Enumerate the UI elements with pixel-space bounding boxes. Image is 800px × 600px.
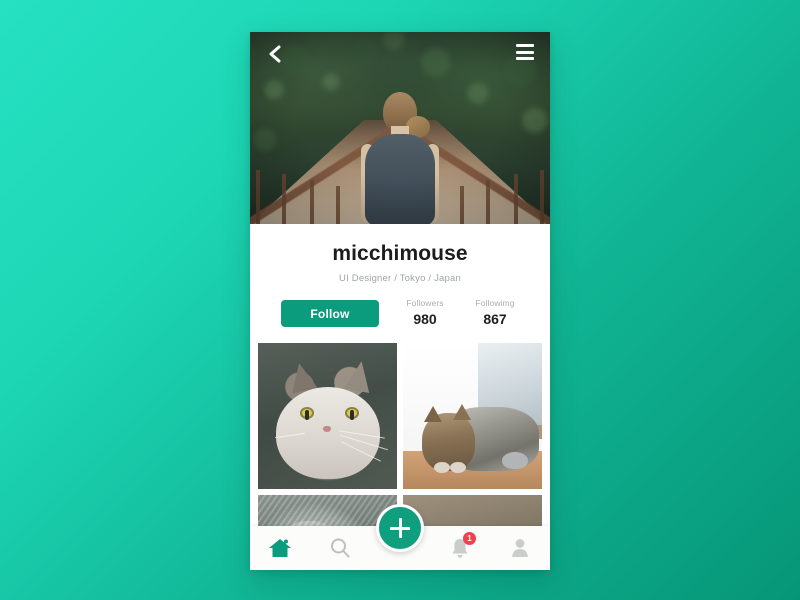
follow-button[interactable]: Follow [281, 300, 379, 327]
hero-top-bar [250, 32, 550, 74]
stat-following-label: Followimg [475, 298, 515, 308]
hamburger-menu-icon[interactable] [516, 42, 538, 62]
home-icon [269, 539, 291, 557]
stat-followers-value: 980 [413, 311, 437, 327]
profile-actions-row: Follow Followers 980 Followimg 867 [250, 298, 550, 327]
search-icon [331, 538, 350, 558]
profile-cover-photo [250, 32, 550, 224]
nav-item-notifications[interactable]: 1 [430, 526, 490, 570]
photo-grid-item[interactable] [403, 343, 542, 489]
photo-grid-item[interactable] [258, 343, 397, 489]
nav-item-profile[interactable] [490, 526, 550, 570]
back-button[interactable] [262, 41, 288, 67]
person-icon [512, 539, 528, 557]
phone-screen-card: micchimouse UI Designer / Tokyo / Japan … [250, 32, 550, 570]
profile-username: micchimouse [332, 242, 468, 265]
stat-followers-label: Followers [406, 298, 444, 308]
nav-item-search[interactable] [310, 526, 370, 570]
notification-badge: 1 [463, 532, 476, 545]
chevron-left-icon [269, 45, 281, 63]
create-post-fab[interactable] [376, 504, 424, 552]
nav-item-home[interactable] [250, 526, 310, 570]
stat-followers[interactable]: Followers 980 [401, 298, 449, 327]
stat-following-value: 867 [483, 311, 507, 327]
profile-info-section: micchimouse UI Designer / Tokyo / Japan … [250, 224, 550, 343]
profile-tagline: UI Designer / Tokyo / Japan [339, 273, 461, 284]
stat-following[interactable]: Followimg 867 [471, 298, 519, 327]
